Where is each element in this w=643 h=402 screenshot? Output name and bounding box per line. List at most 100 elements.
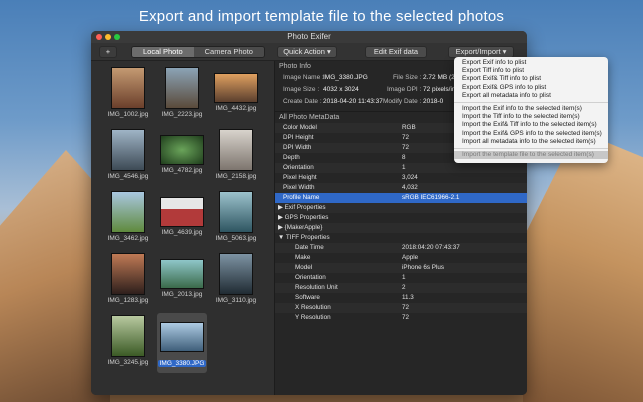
modify-date-value: 2018-0 bbox=[423, 98, 444, 105]
metadata-key: Color Model bbox=[283, 124, 317, 131]
photo-caption: IMG_2013.jpg bbox=[161, 291, 203, 298]
metadata-key: Software bbox=[295, 294, 320, 301]
metadata-key: ▼ TIFF Properties bbox=[278, 234, 330, 241]
photo-thumb[interactable]: IMG_3462.jpg bbox=[105, 191, 151, 242]
metadata-key: DPI Width bbox=[283, 144, 312, 151]
menu-export-exif[interactable]: Export Exif info to plist bbox=[454, 59, 608, 67]
edit-exif-button[interactable]: Edit Exif data bbox=[365, 46, 427, 58]
photo-image bbox=[160, 135, 204, 165]
modify-date-label: Modify Date : bbox=[383, 98, 422, 105]
photo-image bbox=[160, 197, 204, 227]
metadata-value: iPhone 6s Plus bbox=[402, 264, 445, 271]
photo-image bbox=[219, 191, 253, 233]
plus-icon: + bbox=[105, 47, 111, 56]
metadata-key: Profile Name bbox=[283, 194, 320, 201]
quick-action-button[interactable]: Quick Action ▾ bbox=[277, 46, 337, 58]
photo-image bbox=[111, 315, 145, 357]
photo-thumb[interactable]: IMG_1002.jpg bbox=[105, 67, 151, 118]
photo-image bbox=[111, 67, 145, 109]
photo-thumb-selected[interactable]: IMG_3380.JPG bbox=[157, 313, 207, 373]
photo-caption: IMG_2223.jpg bbox=[161, 111, 203, 118]
metadata-row[interactable]: Orientation 1 bbox=[275, 273, 527, 283]
source-segmented-control: Local Photo Camera Photo bbox=[131, 46, 265, 58]
metadata-row[interactable]: Profile Name sRGB IEC61966-2.1 bbox=[275, 193, 527, 203]
metadata-row[interactable]: Make Apple bbox=[275, 253, 527, 263]
photo-caption: IMG_3245.jpg bbox=[107, 359, 149, 366]
image-size-label: Image Size : bbox=[283, 86, 320, 93]
minimize-window-button[interactable] bbox=[105, 34, 111, 40]
metadata-row[interactable]: Pixel Width 4,032 bbox=[275, 183, 527, 193]
metadata-group-row[interactable]: ▶ Exif Properties bbox=[275, 203, 527, 213]
menu-export-tiff[interactable]: Export Tiff info to plist bbox=[454, 67, 608, 75]
metadata-row[interactable]: Software 11.3 bbox=[275, 293, 527, 303]
close-window-button[interactable] bbox=[96, 34, 102, 40]
photo-thumb[interactable]: IMG_4782.jpg bbox=[159, 129, 205, 174]
menu-import-exif[interactable]: Import the Exif info to the selected ite… bbox=[454, 105, 608, 113]
metadata-key: Make bbox=[295, 254, 311, 261]
metadata-group-row[interactable]: ▶ GPS Properties bbox=[275, 213, 527, 223]
photo-thumb[interactable]: IMG_4639.jpg bbox=[159, 191, 205, 236]
metadata-value: 1 bbox=[402, 164, 406, 171]
metadata-key: Resolution Unit bbox=[295, 284, 338, 291]
metadata-value: 8 bbox=[402, 154, 406, 161]
photo-thumb[interactable]: IMG_5063.jpg bbox=[213, 191, 259, 242]
photo-thumb[interactable]: IMG_2158.jpg bbox=[213, 129, 259, 180]
metadata-row[interactable]: Date Time 2018:04:20 07:43:37 bbox=[275, 243, 527, 253]
menu-import-tiff[interactable]: Import the Tiff info to the selected ite… bbox=[454, 113, 608, 121]
menu-import-exif-tiff[interactable]: Import the Exif& Tiff info to the select… bbox=[454, 121, 608, 129]
metadata-value: 72 bbox=[402, 134, 410, 141]
image-dpi-value: 72 pixels/in bbox=[423, 86, 456, 93]
promo-headline: Export and import template file to the s… bbox=[138, 8, 505, 25]
metadata-row[interactable]: Pixel Height 3,024 bbox=[275, 173, 527, 183]
metadata-value: 72 bbox=[402, 314, 410, 321]
photo-caption: IMG_3380.JPG bbox=[157, 360, 207, 367]
metadata-key: Pixel Width bbox=[283, 184, 315, 191]
photo-caption: IMG_2158.jpg bbox=[215, 173, 257, 180]
menu-export-exif-gps[interactable]: Export Exif& GPS info to plist bbox=[454, 84, 608, 92]
metadata-key: DPI Height bbox=[283, 134, 314, 141]
metadata-key: ▶ {MakerApple} bbox=[278, 224, 323, 231]
photo-thumb[interactable]: IMG_2223.jpg bbox=[159, 67, 205, 118]
metadata-row[interactable]: Resolution Unit 2 bbox=[275, 283, 527, 293]
photo-image bbox=[219, 253, 253, 295]
metadata-value: 1 bbox=[402, 274, 406, 281]
metadata-key: Pixel Height bbox=[283, 174, 317, 181]
photo-thumb[interactable]: IMG_2013.jpg bbox=[159, 253, 205, 298]
metadata-row[interactable]: Orientation 1 bbox=[275, 163, 527, 173]
menu-separator bbox=[454, 147, 608, 149]
photo-thumb[interactable]: IMG_3245.jpg bbox=[105, 315, 151, 366]
metadata-group-row[interactable]: ▼ TIFF Properties bbox=[275, 233, 527, 243]
photo-caption: IMG_4782.jpg bbox=[161, 167, 203, 174]
tab-local-photo[interactable]: Local Photo bbox=[132, 47, 194, 57]
metadata-value: 2018:04:20 07:43:37 bbox=[402, 244, 460, 251]
metadata-row[interactable]: Y Resolution 72 bbox=[275, 313, 527, 323]
metadata-row[interactable]: Model iPhone 6s Plus bbox=[275, 263, 527, 273]
menu-export-exif-tiff[interactable]: Export Exif& Tiff info to plist bbox=[454, 75, 608, 83]
menu-export-all[interactable]: Export all metadata info to plist bbox=[454, 92, 608, 100]
tab-camera-photo[interactable]: Camera Photo bbox=[193, 47, 264, 57]
metadata-group-row[interactable]: ▶ {MakerApple} bbox=[275, 223, 527, 233]
metadata-value: RGB bbox=[402, 124, 416, 131]
metadata-row[interactable]: X Resolution 72 bbox=[275, 303, 527, 313]
photo-caption: IMG_3110.jpg bbox=[215, 297, 257, 304]
metadata-key: Depth bbox=[283, 154, 300, 161]
photo-image bbox=[111, 129, 145, 171]
export-import-menu: Export Exif info to plist Export Tiff in… bbox=[454, 57, 608, 163]
file-size-label: File Size : bbox=[393, 74, 422, 81]
photo-thumb[interactable]: IMG_4432.jpg bbox=[213, 67, 259, 112]
menu-import-template[interactable]: Import the template file to the selected… bbox=[454, 150, 608, 160]
metadata-key: Y Resolution bbox=[295, 314, 331, 321]
add-photo-button[interactable]: + bbox=[99, 46, 117, 58]
photo-image bbox=[165, 67, 199, 109]
photo-caption: IMG_1002.jpg bbox=[107, 111, 149, 118]
menu-import-exif-gps[interactable]: Import the Exif& GPS info to the selecte… bbox=[454, 130, 608, 138]
menu-import-all[interactable]: Import all metadata info to the selected… bbox=[454, 138, 608, 146]
zoom-window-button[interactable] bbox=[114, 34, 120, 40]
image-dpi-label: Image DPI : bbox=[387, 86, 422, 93]
metadata-key: ▶ Exif Properties bbox=[278, 204, 326, 211]
metadata-key: Orientation bbox=[283, 164, 314, 171]
metadata-value: 72 bbox=[402, 144, 410, 151]
photo-thumb[interactable]: IMG_4546.jpg bbox=[105, 129, 151, 180]
photo-thumb[interactable]: IMG_1283.jpg bbox=[105, 253, 151, 304]
photo-thumb[interactable]: IMG_3110.jpg bbox=[213, 253, 259, 304]
